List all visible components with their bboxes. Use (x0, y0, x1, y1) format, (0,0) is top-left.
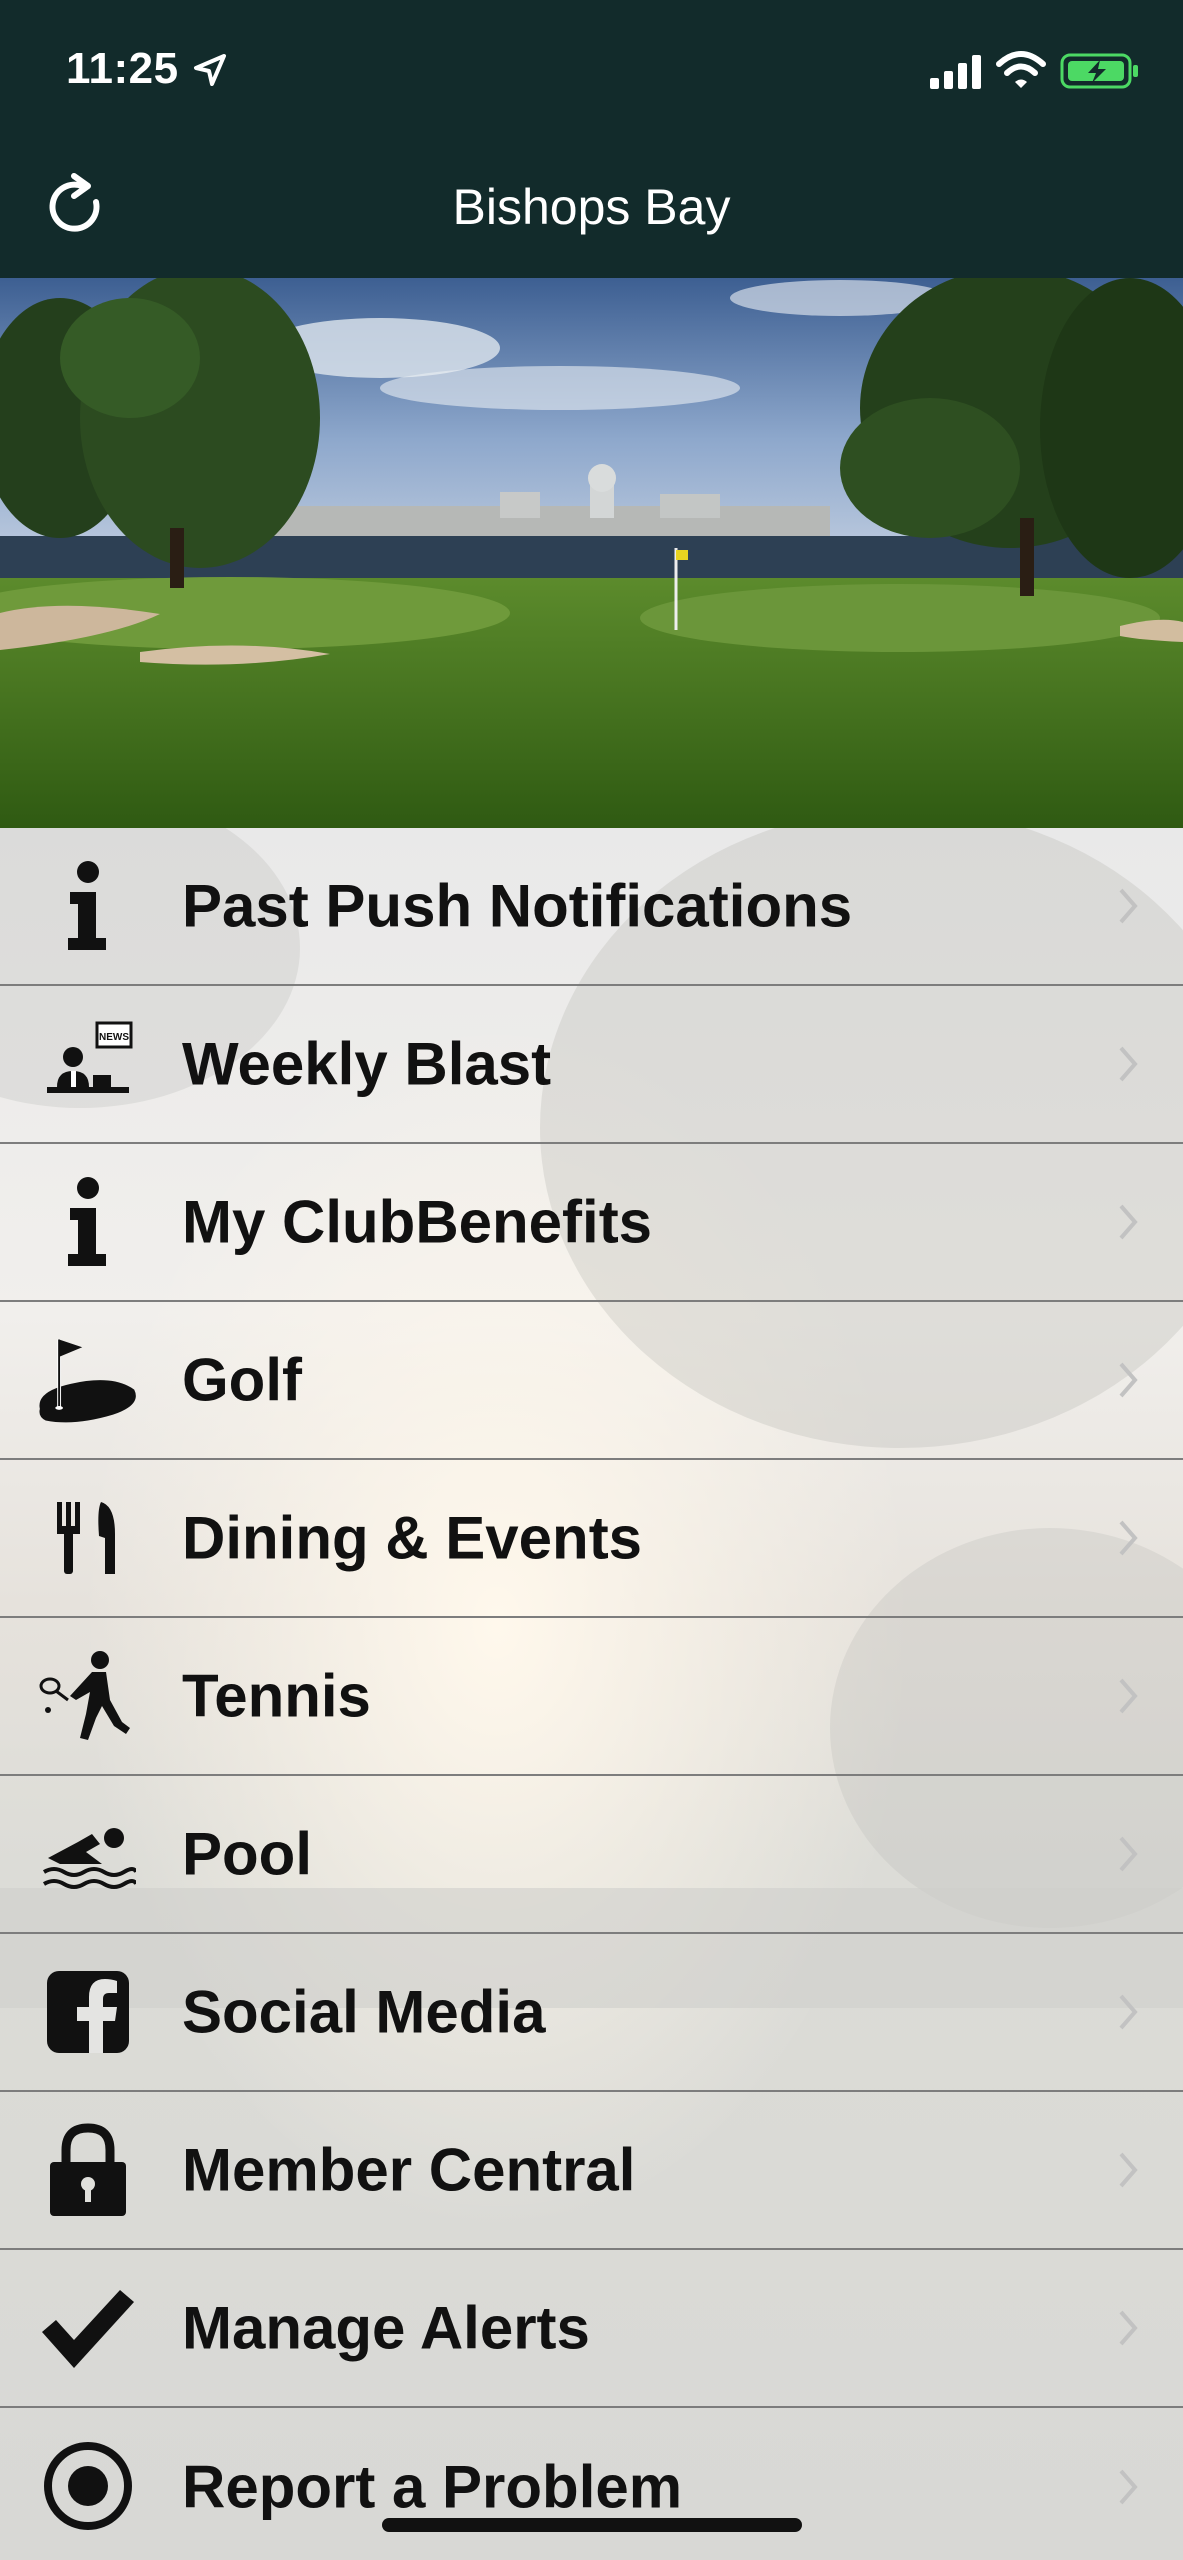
menu-item-golf[interactable]: Golf (0, 1302, 1183, 1460)
menu-item-past-push-notifications[interactable]: Past Push Notifications (0, 828, 1183, 986)
home-indicator[interactable] (382, 2518, 802, 2532)
facebook-icon (36, 1962, 140, 2062)
menu-item-label: Golf (182, 1346, 302, 1414)
menu-item-label: Report a Problem (182, 2453, 683, 2521)
menu-item-weekly-blast[interactable]: NEWS Weekly Blast (0, 986, 1183, 1144)
lock-icon (36, 2120, 140, 2220)
swimmer-icon (36, 1804, 140, 1904)
chevron-right-icon (1119, 2310, 1138, 2346)
info-icon (36, 1172, 140, 1272)
menu-item-manage-alerts[interactable]: Manage Alerts (0, 2250, 1183, 2408)
chevron-right-icon (1119, 1994, 1138, 2030)
menu-item-report-a-problem[interactable]: Report a Problem (0, 2408, 1183, 2560)
record-icon (36, 2436, 140, 2536)
menu-item-label: Past Push Notifications (182, 872, 853, 940)
chevron-right-icon (1119, 1046, 1138, 1082)
menu-item-label: Manage Alerts (182, 2294, 590, 2362)
chevron-right-icon (1119, 1204, 1138, 1240)
menu-item-label: Member Central (182, 2136, 636, 2204)
news-presenter-icon: NEWS (36, 1014, 140, 1114)
chevron-right-icon (1119, 2469, 1138, 2505)
battery-charging-icon (1060, 53, 1138, 89)
menu-item-social-media[interactable]: Social Media (0, 1934, 1183, 2092)
menu-item-my-clubbenefits[interactable]: My ClubBenefits (0, 1144, 1183, 1302)
svg-text:NEWS: NEWS (99, 1032, 129, 1043)
main-menu-list: Past Push Notifications NEWS Weekly Blas… (0, 828, 1183, 2560)
chevron-right-icon (1119, 888, 1138, 924)
menu-item-dining-events[interactable]: Dining & Events (0, 1460, 1183, 1618)
chevron-right-icon (1119, 1836, 1138, 1872)
fork-knife-icon (36, 1488, 140, 1588)
status-time: 11:25 (66, 44, 179, 93)
golf-flag-icon (36, 1330, 140, 1430)
menu-item-label: Pool (182, 1820, 312, 1888)
chevron-right-icon (1119, 1520, 1138, 1556)
location-arrow-icon (194, 54, 226, 86)
menu-item-label: My ClubBenefits (182, 1188, 653, 1256)
menu-item-tennis[interactable]: Tennis (0, 1618, 1183, 1776)
chevron-right-icon (1119, 2152, 1138, 2188)
wifi-icon (996, 51, 1046, 88)
menu-item-label: Dining & Events (182, 1504, 643, 1572)
page-title: Bishops Bay (452, 179, 731, 235)
app-header: 11:25 Bishops Bay (0, 0, 1183, 278)
cellular-signal-icon (930, 55, 981, 89)
menu-item-member-central[interactable]: Member Central (0, 2092, 1183, 2250)
checkmark-icon (36, 2278, 140, 2378)
menu-item-label: Social Media (182, 1978, 546, 2046)
golf-course-hero-image (0, 278, 1183, 828)
menu-item-label: Weekly Blast (182, 1030, 552, 1098)
menu-item-label: Tennis (182, 1662, 371, 1730)
info-icon (36, 856, 140, 956)
tennis-player-icon (36, 1646, 140, 1746)
menu-item-pool[interactable]: Pool (0, 1776, 1183, 1934)
chevron-right-icon (1119, 1362, 1138, 1398)
chevron-right-icon (1119, 1678, 1138, 1714)
